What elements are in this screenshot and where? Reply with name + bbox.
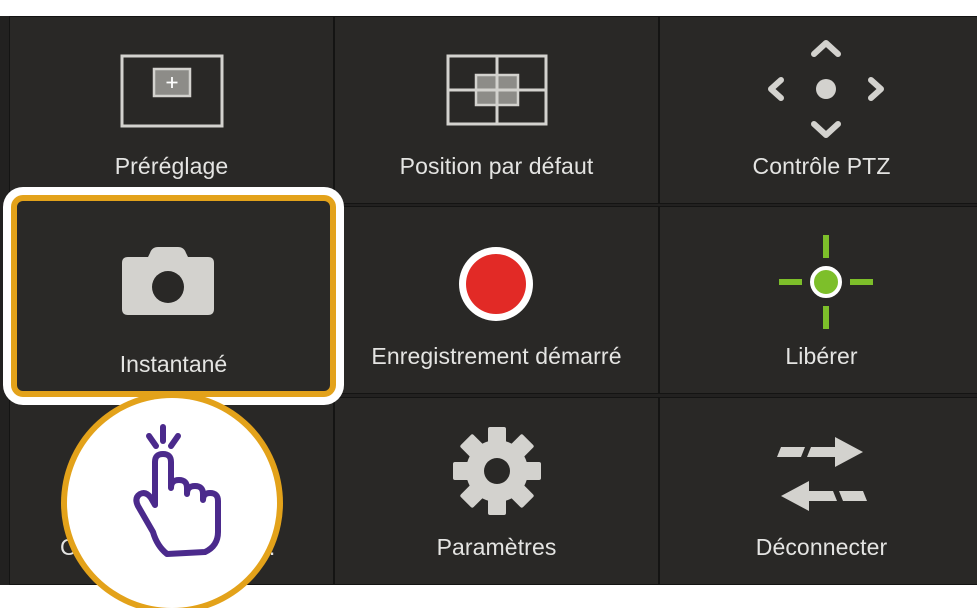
menu-item-record[interactable]: Enregistrement démarré [334,206,659,394]
menu-item-disconnect[interactable]: Déconnecter [659,397,977,585]
menu-item-label: Enregistrement démarré [371,343,622,369]
snapshot-highlight: Instantané [3,187,344,405]
tap-hand-icon [133,424,221,557]
gear-icon [334,397,659,537]
menu-item-release[interactable]: Libérer [659,206,977,394]
record-icon [334,206,659,346]
menu-item-label: Déconnecter [755,534,888,560]
crosshair-icon [659,206,977,346]
camera-icon [122,247,214,315]
swap-arrows-icon [659,397,977,537]
menu-item-preset[interactable]: Préréglage [9,16,334,204]
menu-item-label: Contrôle PTZ [752,153,891,179]
menu-item-ptz[interactable]: Contrôle PTZ [659,16,977,204]
tap-gesture-hint [67,398,277,608]
menu-item-label: Paramètres [436,534,557,560]
menu-item-settings[interactable]: Paramètres [334,397,659,585]
ptz-arrows-icon [659,16,977,156]
preset-icon [9,16,334,156]
menu-item-label: Instantané [119,351,228,377]
menu-item-snapshot[interactable]: Instantané [11,195,336,397]
menu-item-label: Préréglage [114,153,229,179]
menu-item-label: Libérer [785,343,858,369]
menu-item-label: Position par défaut [399,153,594,179]
menu-item-default-position[interactable]: Position par défaut [334,16,659,204]
grid-position-icon [334,16,659,156]
